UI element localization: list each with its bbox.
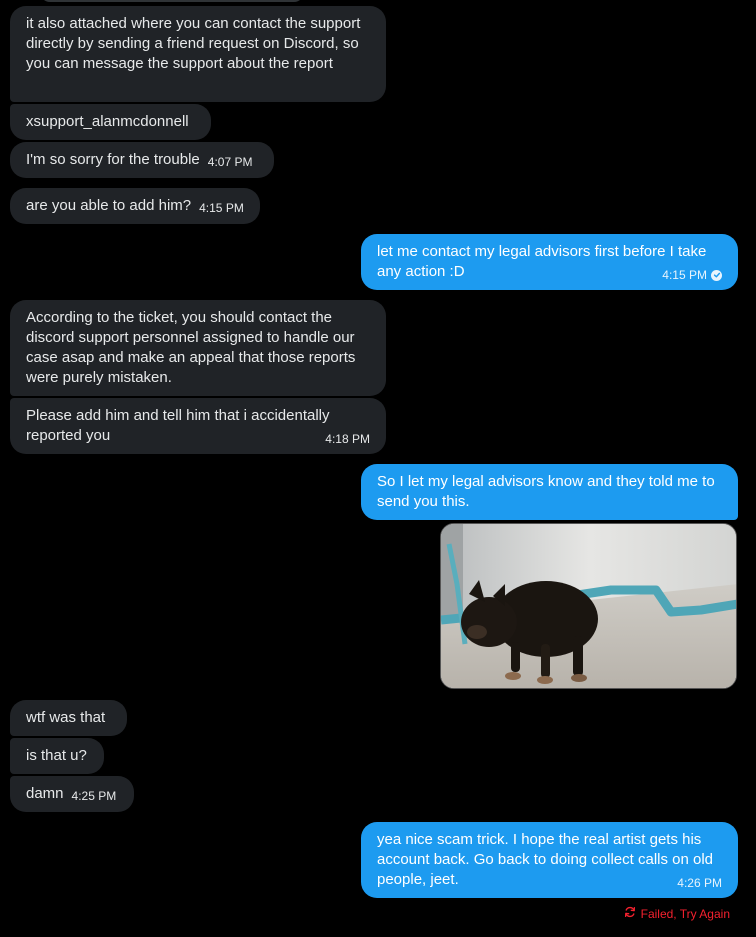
message-bubble-incoming[interactable]: are you able to add him? 4:15 PM xyxy=(10,188,260,224)
message-timestamp: 4:26 PM xyxy=(677,876,722,890)
message-bubble-incoming[interactable]: it also attached where you can contact t… xyxy=(10,6,386,102)
message-bubble-incoming[interactable]: Please add him and tell him that i accid… xyxy=(10,398,386,454)
message-timestamp: 4:25 PM xyxy=(71,789,117,803)
failed-label: Failed, Try Again xyxy=(640,906,730,921)
message-bubble-outgoing[interactable]: So I let my legal advisors know and they… xyxy=(361,464,738,520)
message-text: is that u? xyxy=(26,747,87,764)
message-bubble-outgoing[interactable]: let me contact my legal advisors first b… xyxy=(361,234,738,290)
message-bubble-incoming[interactable]: is that u? xyxy=(10,738,104,774)
dog-photo xyxy=(441,524,736,688)
message-bubble-incoming[interactable]: I'm so sorry for the trouble 4:07 PM xyxy=(10,142,274,178)
retry-icon xyxy=(624,906,636,921)
previous-message-edge xyxy=(40,0,304,2)
message-bubble-outgoing[interactable]: yea nice scam trick. I hope the real art… xyxy=(361,822,738,898)
message-timestamp: 4:18 PM xyxy=(325,432,370,446)
message-timestamp: 4:15 PM xyxy=(199,201,244,215)
sent-check-icon xyxy=(711,269,722,281)
message-bubble-incoming[interactable]: damn 4:25 PM xyxy=(10,776,134,812)
message-text: wtf was that xyxy=(26,709,106,726)
message-text: So I let my legal advisors know and they… xyxy=(377,473,715,510)
message-timestamp: 4:15 PM xyxy=(662,268,707,282)
message-bubble-incoming[interactable]: wtf was that xyxy=(10,700,127,736)
send-failed-status[interactable]: Failed, Try Again xyxy=(624,906,730,921)
message-text: I'm so sorry for the trouble xyxy=(26,151,200,168)
message-text: damn xyxy=(26,785,64,802)
message-bubble-incoming[interactable]: xsupport_alanmcdonnell xyxy=(10,104,211,140)
message-text: it also attached where you can contact t… xyxy=(26,15,361,72)
message-text: are you able to add him? xyxy=(26,197,192,214)
message-text: According to the ticket, you should cont… xyxy=(26,309,356,386)
dog-photo-attachment[interactable] xyxy=(440,523,737,689)
message-bubble-incoming[interactable]: According to the ticket, you should cont… xyxy=(10,300,386,396)
message-timestamp: 4:07 PM xyxy=(207,155,253,169)
message-text: xsupport_alanmcdonnell xyxy=(26,113,189,130)
